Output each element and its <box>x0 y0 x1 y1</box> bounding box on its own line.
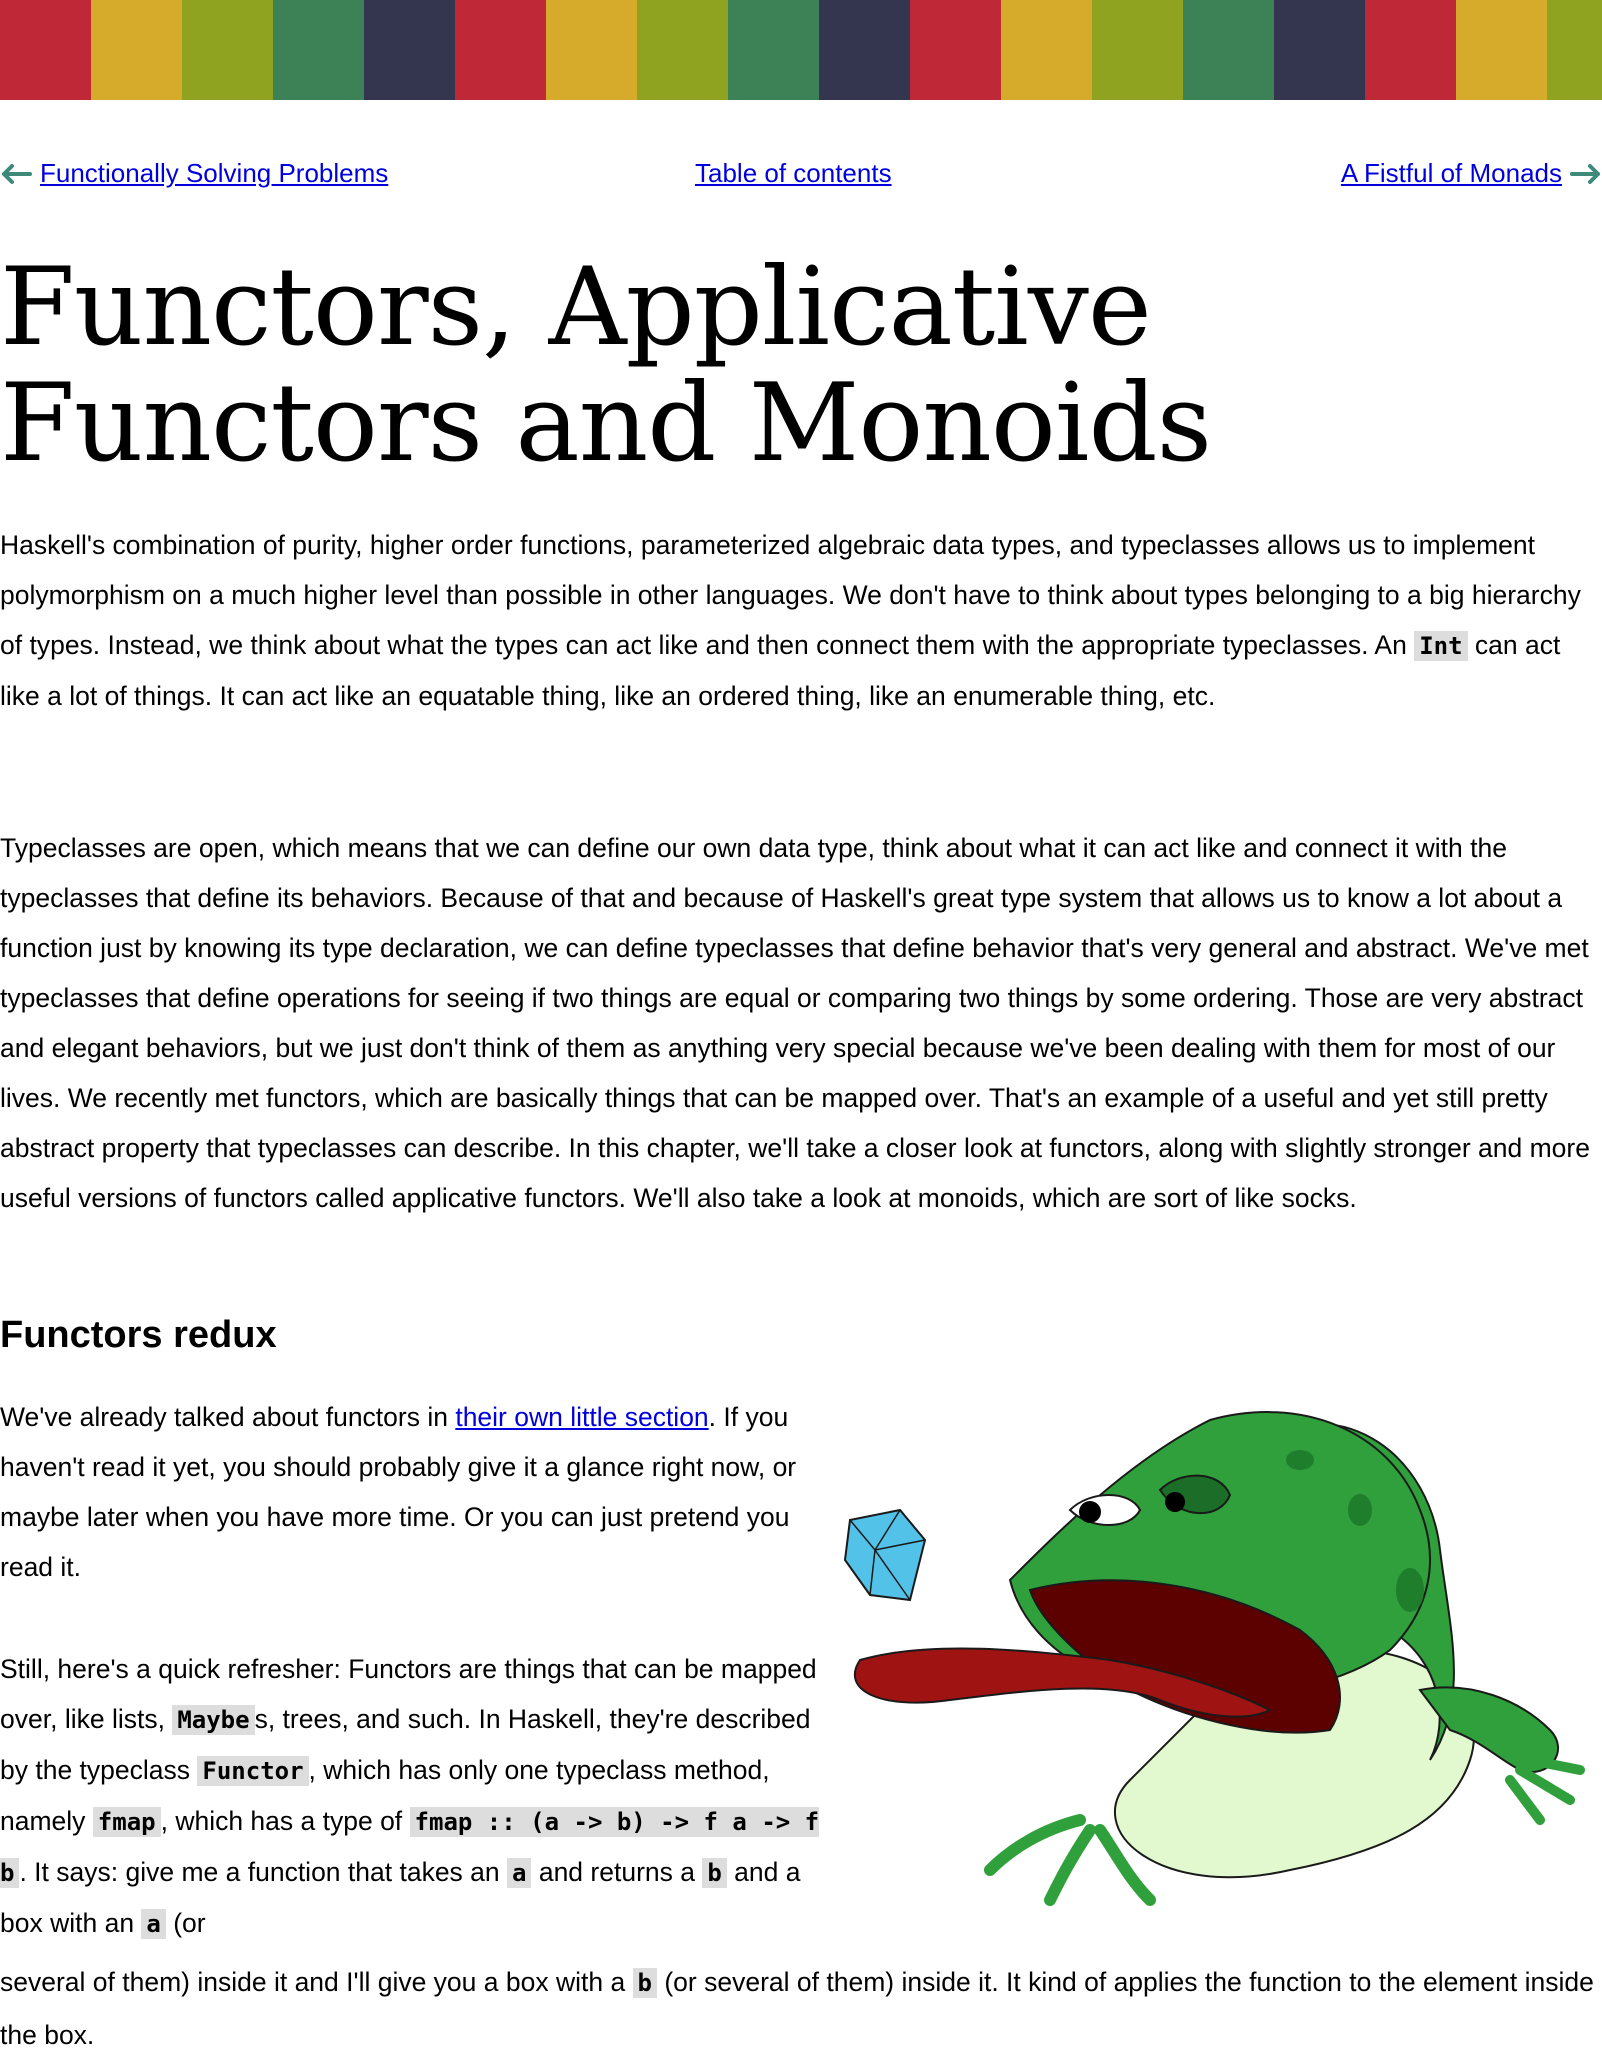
arrow-left-icon <box>2 163 32 184</box>
stripe-block <box>910 0 1001 100</box>
frog-with-gem-illustration <box>843 1411 1585 1906</box>
stripe-block <box>1001 0 1092 100</box>
stripe-block <box>91 0 182 100</box>
code-b-2: b <box>632 1968 657 1998</box>
p3-text-a: We've already talked about functors in <box>0 1402 456 1432</box>
code-int: Int <box>1414 631 1468 661</box>
stripe-block <box>364 0 455 100</box>
intro-paragraph-1: Haskell's combination of purity, higher … <box>0 520 1600 721</box>
stripe-block <box>1092 0 1183 100</box>
page-title-line-2: Functors and Monoids <box>0 361 1212 486</box>
prev-chapter-nav[interactable]: Functionally Solving Problems <box>0 158 388 189</box>
stripe-block <box>182 0 273 100</box>
functors-paragraph-2: Still, here's a quick refresher: Functor… <box>0 1644 820 1949</box>
arrow-right-icon <box>1570 163 1600 184</box>
intro-paragraph-2: Typeclasses are open, which means that w… <box>0 833 1590 1213</box>
chapter-navigation: Functionally Solving Problems Table of c… <box>0 158 1602 194</box>
stripe-block <box>546 0 637 100</box>
code-a: a <box>507 1858 532 1888</box>
page-title-line-1: Functors, Applicative <box>0 245 1152 370</box>
code-functor: Functor <box>197 1756 309 1786</box>
code-b: b <box>702 1858 727 1888</box>
code-a-2: a <box>141 1909 166 1939</box>
color-stripe-banner <box>0 0 1602 100</box>
p4-text-e: . It says: give me a function that takes… <box>19 1857 508 1887</box>
next-chapter-nav[interactable]: A Fistful of Monads <box>1341 158 1602 189</box>
stripe-block <box>1456 0 1547 100</box>
code-fmap: fmap <box>92 1807 161 1837</box>
stripe-block <box>1183 0 1274 100</box>
table-of-contents-link[interactable]: Table of contents <box>695 158 892 188</box>
p4-tail-text-a: several of them) inside it and I'll give… <box>0 1967 633 1997</box>
stripe-block <box>1547 0 1602 100</box>
p4-text-f: and returns a <box>531 1857 703 1887</box>
stripe-block <box>1274 0 1365 100</box>
stripe-block <box>728 0 819 100</box>
functors-paragraph-2-tail: several of them) inside it and I'll give… <box>0 1956 1602 2061</box>
stripe-block <box>273 0 364 100</box>
functors-paragraph-1: We've already talked about functors in t… <box>0 1392 820 1592</box>
stripe-block <box>0 0 91 100</box>
p4-text-d: , which has a type of <box>160 1806 410 1836</box>
code-maybe: Maybe <box>172 1705 255 1735</box>
intro-p1-text-a: Haskell's combination of purity, higher … <box>0 530 1581 660</box>
page-title: Functors, Applicative Functors and Monoi… <box>0 250 1560 482</box>
p4-text-h: (or <box>165 1908 206 1938</box>
stripe-block <box>455 0 546 100</box>
prev-chapter-link[interactable]: Functionally Solving Problems <box>40 158 388 189</box>
stripe-block <box>1365 0 1456 100</box>
next-chapter-link[interactable]: A Fistful of Monads <box>1341 158 1562 189</box>
stripe-block <box>637 0 728 100</box>
stripe-block <box>819 0 910 100</box>
section-heading: Functors redux <box>0 1314 277 1356</box>
own-section-link[interactable]: their own little section <box>455 1402 708 1432</box>
